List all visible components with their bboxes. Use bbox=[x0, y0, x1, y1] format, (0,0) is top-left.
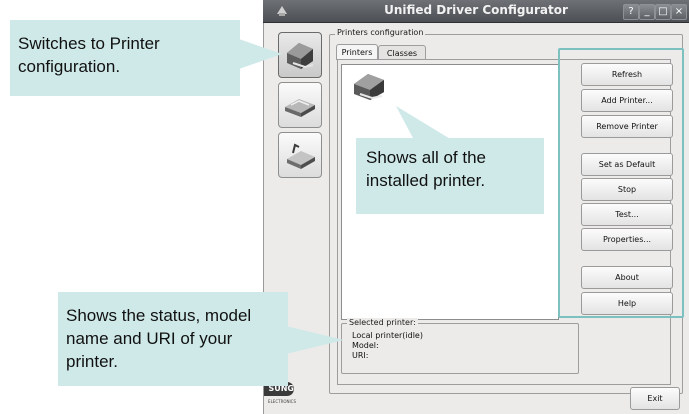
callout-printer-config-text: Switches to Printer configuration. bbox=[18, 34, 160, 76]
printer-model: Model: bbox=[352, 341, 379, 350]
port-icon bbox=[287, 143, 315, 169]
title-bar: Unified Driver Configurator ? _ □ × bbox=[263, 0, 689, 23]
installed-printer-icon[interactable] bbox=[350, 66, 392, 106]
printer-uri: URI: bbox=[352, 351, 369, 360]
sidebar-item-port[interactable] bbox=[278, 132, 322, 178]
sidebar-item-scanner[interactable] bbox=[278, 82, 322, 128]
printer-icon bbox=[287, 43, 314, 69]
help-window-button[interactable]: ? bbox=[623, 4, 639, 20]
close-button[interactable]: × bbox=[671, 4, 687, 20]
buttons-highlight bbox=[558, 48, 684, 318]
callout-installed: Shows all of the installed printer. bbox=[356, 138, 544, 214]
sidebar-item-printer[interactable] bbox=[278, 32, 322, 78]
tab-printers[interactable]: Printers bbox=[336, 44, 378, 60]
printer-status: Local printer(idle) bbox=[352, 331, 423, 340]
callout-status-text: Shows the status, model name and URI of … bbox=[66, 306, 252, 371]
maximize-button[interactable]: □ bbox=[655, 4, 671, 20]
tab-classes[interactable]: Classes bbox=[378, 45, 426, 60]
minimize-button[interactable]: _ bbox=[639, 4, 655, 20]
callout-printer-config: Switches to Printer configuration. bbox=[10, 20, 240, 96]
brand-subtitle: ELECTRONICS bbox=[268, 399, 296, 404]
callout-pointer-1 bbox=[236, 38, 282, 70]
callout-pointer-3 bbox=[286, 326, 344, 354]
selected-printer-label: Selected printer: bbox=[347, 318, 418, 327]
callout-installed-text: Shows all of the installed printer. bbox=[366, 148, 487, 190]
printers-configuration-label: Printers configuration bbox=[335, 28, 426, 37]
scanner-icon bbox=[285, 99, 315, 117]
callout-status: Shows the status, model name and URI of … bbox=[58, 292, 288, 386]
exit-button[interactable]: Exit bbox=[630, 387, 680, 410]
